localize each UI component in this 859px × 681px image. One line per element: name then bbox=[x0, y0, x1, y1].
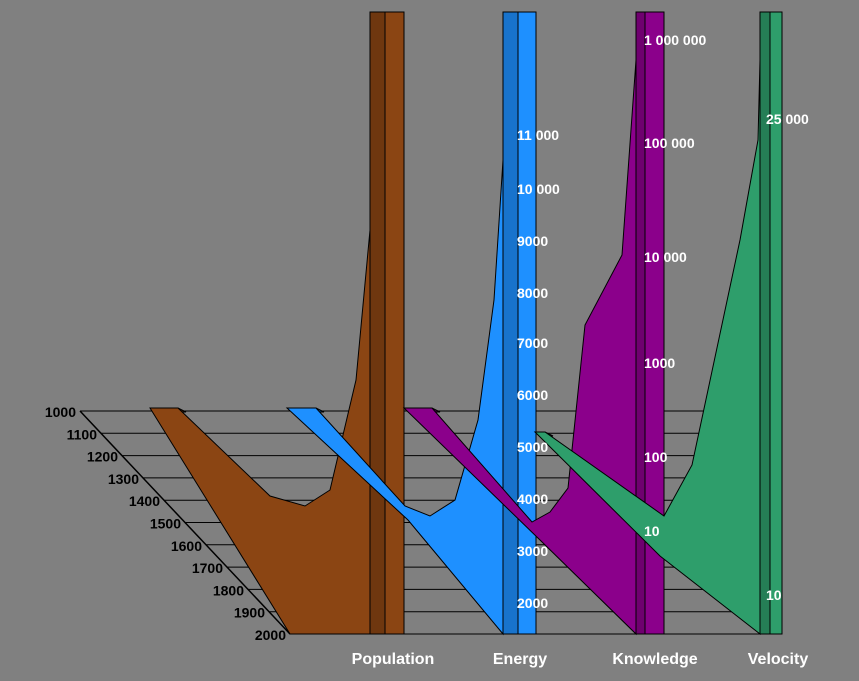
year-tick-label: 1500 bbox=[150, 516, 181, 532]
value-tick-label: 7000 bbox=[517, 335, 548, 351]
value-tick-label: 10 000 bbox=[517, 181, 560, 197]
year-tick-label: 2000 bbox=[255, 627, 286, 643]
ribbon-wall-side bbox=[759, 11, 771, 635]
value-tick-label: 6000 bbox=[517, 387, 548, 403]
series-label: Population bbox=[352, 651, 435, 668]
value-tick-label: 100 000 bbox=[644, 135, 695, 151]
series-layer bbox=[149, 11, 783, 636]
value-tick-label: 9000 bbox=[517, 233, 548, 249]
chart: Population 2000 3000 4000 5000 6000 7000 8000 90… bbox=[45, 11, 809, 668]
ribbon-wall-side bbox=[369, 11, 386, 635]
value-tick-label: 11 000 bbox=[517, 127, 559, 143]
year-tick-label: 1200 bbox=[87, 449, 118, 465]
year-tick-label: 1300 bbox=[108, 471, 139, 487]
year-tick-label: 1700 bbox=[192, 560, 223, 576]
value-tick-label: 8000 bbox=[517, 285, 548, 301]
value-tick-label: 1 000 000 bbox=[644, 32, 706, 48]
value-tick-label: 10 000 bbox=[644, 249, 687, 265]
ribbon-wall-side bbox=[635, 11, 646, 635]
value-tick-label: 2000 bbox=[517, 595, 548, 611]
value-tick-label: 5000 bbox=[517, 439, 548, 455]
series-label: Energy bbox=[493, 651, 547, 668]
series-label: Velocity bbox=[748, 651, 809, 668]
year-tick-label: 1600 bbox=[171, 538, 202, 554]
value-tick-label: 1000 bbox=[644, 355, 675, 371]
year-tick-label: 1000 bbox=[45, 404, 76, 420]
ribbon-wall-front bbox=[384, 11, 405, 635]
ribbon-wall-side bbox=[502, 11, 519, 635]
year-tick-label: 1400 bbox=[129, 493, 160, 509]
value-tick-label: 4000 bbox=[517, 491, 548, 507]
ribbon-wall-front bbox=[769, 11, 783, 635]
value-tick-label: 25 000 bbox=[766, 111, 809, 127]
value-tick-label: 100 bbox=[644, 449, 668, 465]
series-label: Knowledge bbox=[612, 651, 697, 668]
ribbon-wall-front bbox=[517, 11, 537, 635]
value-tick-label: 10 bbox=[644, 523, 660, 539]
year-tick-label: 1100 bbox=[67, 426, 98, 442]
year-tick-label: 1800 bbox=[213, 582, 244, 598]
year-tick-label: 1900 bbox=[234, 605, 265, 621]
value-tick-label: 3000 bbox=[517, 543, 548, 559]
value-tick-label: 10 bbox=[766, 587, 782, 603]
